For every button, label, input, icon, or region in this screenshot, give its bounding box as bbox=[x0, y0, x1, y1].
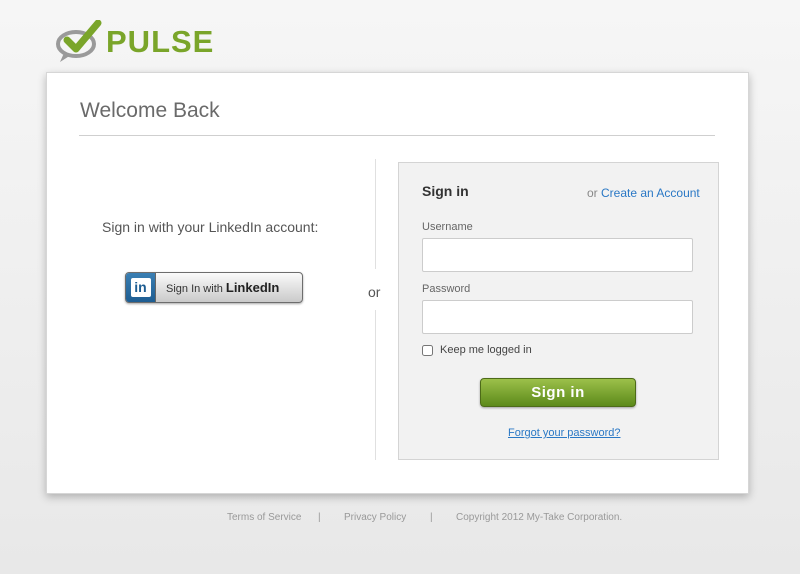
keep-logged-in-label: Keep me logged in bbox=[440, 344, 532, 356]
keep-logged-in-checkbox[interactable] bbox=[422, 344, 433, 356]
username-label: Username bbox=[422, 221, 473, 233]
privacy-link[interactable]: Privacy Policy bbox=[344, 512, 406, 523]
vertical-divider-bottom bbox=[375, 310, 376, 460]
copyright-text: Copyright 2012 My-Take Corporation. bbox=[456, 512, 623, 523]
password-field[interactable] bbox=[422, 300, 693, 334]
footer-separator: | bbox=[318, 512, 321, 523]
create-account-prefix: or bbox=[587, 186, 598, 200]
linkedin-prompt: Sign in with your LinkedIn account: bbox=[102, 219, 319, 235]
footer-separator: | bbox=[430, 512, 433, 523]
pulse-logo[interactable]: PULSE bbox=[54, 20, 214, 64]
brand-name: PULSE bbox=[106, 24, 215, 59]
login-card: Welcome Back Sign in with your LinkedIn … bbox=[46, 72, 749, 494]
password-label: Password bbox=[422, 283, 471, 295]
username-field[interactable] bbox=[422, 238, 693, 272]
signin-button[interactable]: Sign in bbox=[480, 378, 636, 407]
title-divider bbox=[79, 135, 715, 136]
linkedin-logo-text: in bbox=[130, 278, 151, 297]
create-account-link[interactable]: Create an Account bbox=[601, 186, 700, 200]
signin-panel: Sign in or Create an Account Username Pa… bbox=[398, 162, 719, 460]
create-account-row: or Create an Account bbox=[587, 186, 700, 200]
linkedin-button-prefix: Sign In with bbox=[166, 283, 223, 295]
linkedin-button-brand: LinkedIn bbox=[225, 280, 280, 295]
linkedin-signin-button[interactable]: in Sign In with LinkedIn bbox=[125, 272, 303, 303]
speech-bubble-check-icon bbox=[56, 20, 102, 62]
forgot-password-link[interactable]: Forgot your password? bbox=[508, 427, 621, 439]
keep-logged-in-row[interactable]: Keep me logged in bbox=[422, 344, 532, 356]
or-separator: or bbox=[368, 284, 381, 300]
terms-link[interactable]: Terms of Service bbox=[227, 512, 301, 523]
signin-title: Sign in bbox=[422, 183, 469, 199]
linkedin-button-label: Sign In with LinkedIn bbox=[166, 280, 279, 295]
linkedin-icon: in bbox=[126, 273, 156, 302]
page-title: Welcome Back bbox=[80, 99, 220, 122]
vertical-divider-top bbox=[375, 159, 376, 269]
